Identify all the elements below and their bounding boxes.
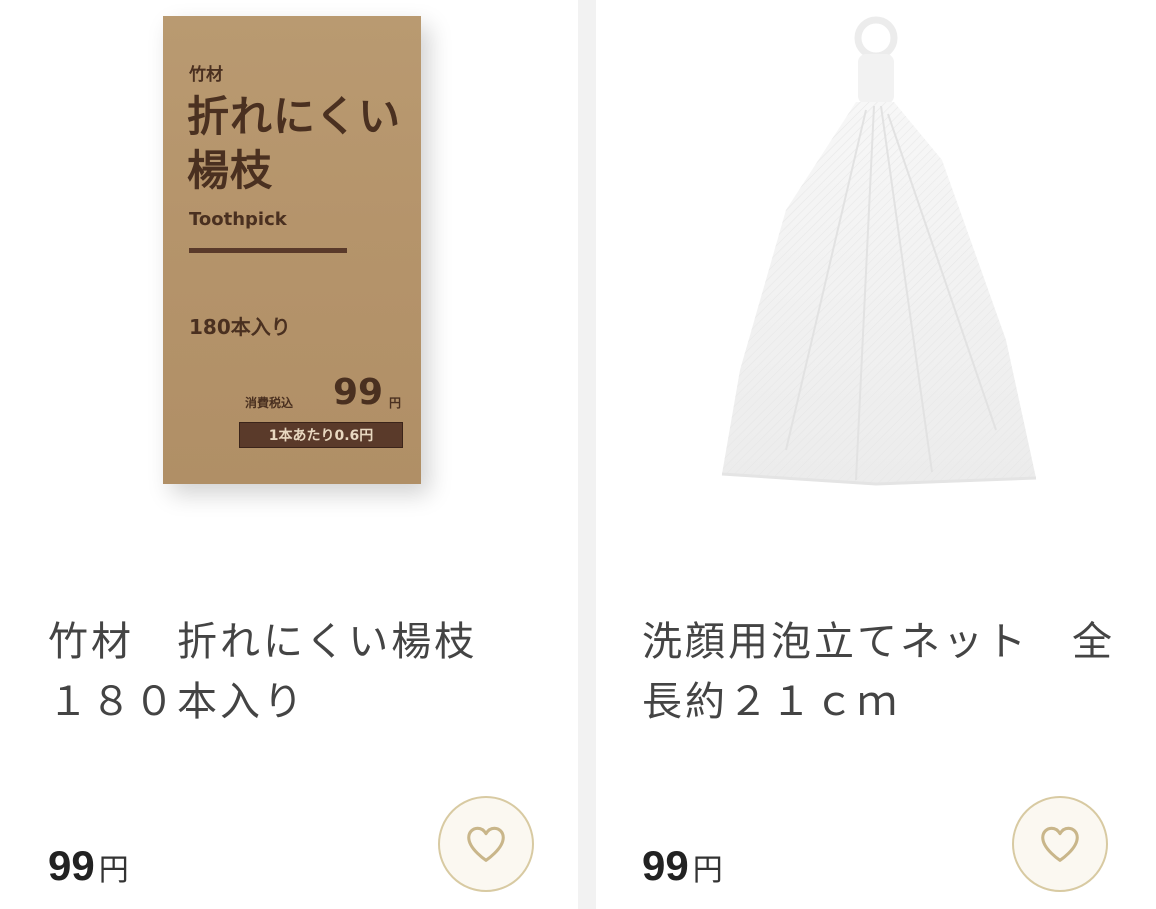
box-title: 折れにくい楊枝: [187, 92, 402, 195]
product-title[interactable]: 洗顔用泡立てネット 全長約２１ｃｍ: [642, 612, 1142, 732]
heart-outline-icon: [1041, 826, 1079, 862]
product-image-foam-net[interactable]: [596, 0, 1156, 560]
box-unit-price: 1本あたり0.6円: [239, 422, 403, 448]
box-price: 99: [333, 372, 384, 413]
product-price: 99: [642, 842, 689, 889]
currency-label: 円: [692, 853, 723, 888]
price-row: 99 円: [642, 842, 723, 890]
box-divider: [189, 248, 347, 253]
currency-label: 円: [98, 853, 129, 888]
toothpick-box-image: 竹材 折れにくい楊枝 Toothpick 180本入り 消費税込 99 円 1本…: [163, 16, 421, 484]
favorite-button[interactable]: [438, 796, 534, 892]
box-english-label: Toothpick: [189, 209, 287, 230]
box-tax-label: 消費税込: [245, 396, 294, 410]
price-row: 99 円: [48, 842, 129, 890]
product-title[interactable]: 竹材 折れにくい楊枝 １８０本入り: [48, 612, 548, 732]
product-image-toothpick[interactable]: 竹材 折れにくい楊枝 Toothpick 180本入り 消費税込 99 円 1本…: [0, 0, 578, 560]
column-divider: [578, 0, 596, 909]
foam-net-image: [721, 16, 1037, 486]
product-grid: 竹材 折れにくい楊枝 Toothpick 180本入り 消費税込 99 円 1本…: [0, 0, 1156, 909]
product-card-toothpick[interactable]: 竹材 折れにくい楊枝 Toothpick 180本入り 消費税込 99 円 1本…: [0, 0, 578, 909]
box-count: 180本入り: [189, 315, 291, 339]
product-price: 99: [48, 842, 95, 889]
box-label-small: 竹材: [189, 65, 223, 85]
heart-outline-icon: [467, 826, 505, 862]
favorite-button[interactable]: [1012, 796, 1108, 892]
box-yen: 円: [389, 396, 402, 410]
product-card-foam-net[interactable]: 洗顔用泡立てネット 全長約２１ｃｍ 99 円: [596, 0, 1156, 909]
